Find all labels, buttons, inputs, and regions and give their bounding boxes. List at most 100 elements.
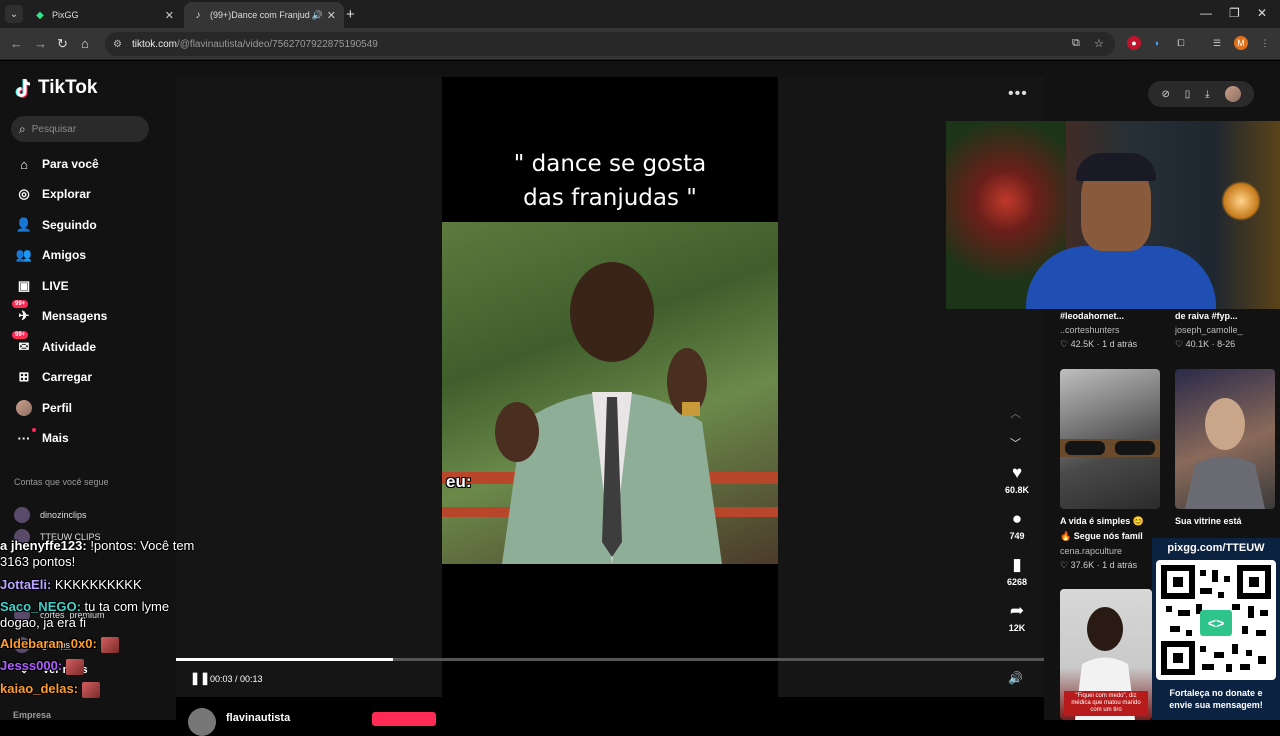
recommended-thumbnail[interactable] bbox=[1060, 369, 1160, 509]
chat-text: 3163 pontos! bbox=[0, 554, 76, 569]
close-window-icon[interactable]: ✕ bbox=[1257, 6, 1267, 20]
nav-atividade[interactable]: ✉ 99+ Atividade bbox=[12, 331, 96, 358]
pix-url: pixgg.com/TTEUW bbox=[1167, 542, 1265, 554]
download-icon[interactable]: ⤓ bbox=[1205, 89, 1209, 100]
forward-icon[interactable]: → bbox=[34, 36, 47, 51]
back-icon[interactable]: ← bbox=[10, 36, 23, 51]
device-icon[interactable]: ▯ bbox=[1185, 89, 1191, 100]
man-in-suit-illustration bbox=[442, 262, 778, 564]
chat-message: Jesss000: bbox=[0, 658, 85, 675]
minimize-icon[interactable]: — bbox=[1200, 6, 1212, 20]
nav-label: Mensagens bbox=[42, 309, 108, 323]
recommended-video[interactable]: de raiva #fyp... joseph_camolle_ ♡ 40.1K… bbox=[1175, 311, 1275, 350]
tiktok-page: TikTok ⌕ ⌂ Para você ◎ Explorar 👤 Seguin… bbox=[0, 61, 1280, 736]
donation-qr-panel: pixgg.com/TTEUW <> Fortaleça no donate e… bbox=[1152, 538, 1280, 720]
chat-username: Jesss000: bbox=[0, 658, 63, 673]
bookmark-star-icon[interactable]: ☆ bbox=[1094, 37, 1104, 50]
extension-record-icon[interactable]: ● bbox=[1127, 36, 1141, 50]
nav-live[interactable]: ▣ LIVE bbox=[14, 275, 69, 297]
nav-carregar[interactable]: ⊞ Carregar bbox=[14, 366, 92, 388]
save-button[interactable]: ▮ 6268 bbox=[996, 555, 1038, 587]
close-tab-icon[interactable]: ✕ bbox=[327, 9, 336, 22]
video-title: de raiva #fyp... bbox=[1175, 311, 1238, 321]
reading-list-icon[interactable]: ☰ bbox=[1210, 36, 1224, 50]
tab-tiktok[interactable]: ♪ (99+)Dance com Franjudas 🔊 ✕ bbox=[184, 2, 344, 28]
tab-pixgg[interactable]: ◆ PixGG ✕ bbox=[26, 2, 182, 28]
caption-line: " dance se gosta bbox=[513, 151, 707, 177]
speaker-icon[interactable]: 🔊 bbox=[312, 10, 323, 21]
streamer-cap bbox=[1076, 153, 1156, 181]
extensions-puzzle-icon[interactable]: ⧠ bbox=[1174, 36, 1188, 50]
recommended-video[interactable]: #leodahornet... ..corteshunters ♡ 42.5K … bbox=[1060, 311, 1170, 350]
pause-icon[interactable]: ❚❚ bbox=[190, 671, 210, 685]
cast-icon[interactable]: ⧉ bbox=[1072, 37, 1080, 50]
caption-line: das franjudas " bbox=[523, 185, 697, 211]
chat-emote-icon bbox=[82, 681, 101, 698]
next-video-icon[interactable]: ﹀ bbox=[1010, 435, 1021, 451]
avatar bbox=[14, 507, 30, 523]
chat-username: JottaEli: bbox=[0, 577, 52, 592]
comment-button[interactable]: ● 749 bbox=[996, 509, 1038, 541]
recommended-thumbnail[interactable] bbox=[1175, 369, 1275, 509]
pixgg-favicon-icon: ◆ bbox=[36, 9, 44, 21]
author-name[interactable]: flavinautista bbox=[226, 712, 290, 724]
following-account[interactable]: dinozinclips bbox=[14, 507, 87, 523]
video-options-icon[interactable]: ••• bbox=[1008, 85, 1028, 103]
like-button[interactable]: ♥ 60.8K bbox=[996, 463, 1038, 495]
restore-icon[interactable]: ❐ bbox=[1229, 6, 1240, 20]
comment-icon: ● bbox=[1011, 509, 1023, 528]
recommended-video[interactable]: A vida é simples 😊 🔥 Segue nós famíl cen… bbox=[1060, 516, 1152, 571]
close-tab-icon[interactable]: ✕ bbox=[165, 9, 174, 22]
nav-mensagens[interactable]: ✈ 99+ Mensagens bbox=[12, 300, 108, 327]
author-avatar[interactable] bbox=[188, 708, 216, 736]
chat-text: !pontos: Você tem bbox=[86, 538, 195, 553]
previous-video-icon[interactable]: ︿ bbox=[1010, 405, 1021, 421]
site-info-icon[interactable]: ⚙ bbox=[113, 39, 122, 50]
tiktok-logo[interactable]: TikTok bbox=[14, 77, 97, 99]
volume-icon[interactable]: 🔊 bbox=[1008, 671, 1023, 685]
browser-toolbar: ← → ↻ ⌂ ⚙ tiktok.com/@flavinautista/vide… bbox=[0, 28, 1280, 60]
address-bar[interactable]: ⚙ tiktok.com/@flavinautista/video/756270… bbox=[105, 32, 1115, 56]
extension-audio-icon[interactable]: ◗ bbox=[1150, 36, 1164, 50]
home-browser-icon[interactable]: ⌂ bbox=[81, 36, 89, 51]
nav-para-voce[interactable]: ⌂ Para você bbox=[14, 153, 99, 175]
nav-amigos[interactable]: 👥 Amigos bbox=[14, 244, 86, 266]
friends-icon: 👥 bbox=[15, 247, 33, 262]
following-header: Contas que você segue bbox=[14, 477, 109, 487]
search-input[interactable] bbox=[31, 123, 132, 135]
account-name: dinozinclips bbox=[40, 510, 87, 520]
home-icon: ⌂ bbox=[20, 156, 28, 172]
progress-fill bbox=[176, 658, 393, 661]
nav-mais[interactable]: ··· Mais bbox=[14, 427, 69, 449]
company-link[interactable]: Empresa bbox=[13, 710, 51, 720]
nav-perfil[interactable]: Perfil bbox=[14, 397, 72, 419]
user-avatar[interactable] bbox=[1224, 86, 1241, 102]
video-progress-bar[interactable] bbox=[176, 658, 1044, 661]
messages-icon: ✈ 99+ bbox=[12, 300, 34, 326]
follow-button[interactable] bbox=[372, 712, 436, 726]
reload-icon[interactable]: ↻ bbox=[57, 36, 68, 52]
search-box[interactable]: ⌕ bbox=[11, 116, 149, 142]
profile-avatar[interactable]: M bbox=[1234, 36, 1248, 50]
share-count: 12K bbox=[1008, 623, 1026, 633]
activity-icon: ✉ 99+ bbox=[12, 331, 34, 357]
streamer-shirt bbox=[1026, 246, 1216, 309]
browser-menu-icon[interactable]: ⋮ bbox=[1258, 36, 1272, 50]
recommended-video[interactable]: Sua vitrine está bbox=[1175, 516, 1275, 526]
url-host: tiktok.com bbox=[131, 38, 177, 50]
video-time: 00:03 / 00:13 bbox=[210, 674, 263, 684]
share-button[interactable]: ➦ 12K bbox=[996, 601, 1038, 633]
tab-title: (99+)Dance com Franjudas bbox=[210, 10, 310, 20]
video-player[interactable]: " dance se gosta das franjudas " eu: •••… bbox=[176, 77, 1044, 720]
logo-text: TikTok bbox=[38, 77, 98, 98]
chat-message: 3163 pontos! bbox=[0, 554, 75, 570]
recommended-thumbnail[interactable]: "Fiquei com medo", diz médica que matou … bbox=[1060, 589, 1152, 720]
new-tab-button[interactable]: + bbox=[346, 6, 355, 23]
nav-seguindo[interactable]: 👤 Seguindo bbox=[14, 214, 97, 236]
tab-search-button[interactable]: ⌄ bbox=[5, 5, 23, 23]
coins-icon[interactable]: ⊘ bbox=[1161, 89, 1169, 100]
nav-label: Carregar bbox=[42, 370, 93, 384]
nav-explorar[interactable]: ◎ Explorar bbox=[14, 183, 90, 205]
save-count: 6268 bbox=[1006, 577, 1028, 587]
following-icon: 👤 bbox=[15, 217, 33, 232]
